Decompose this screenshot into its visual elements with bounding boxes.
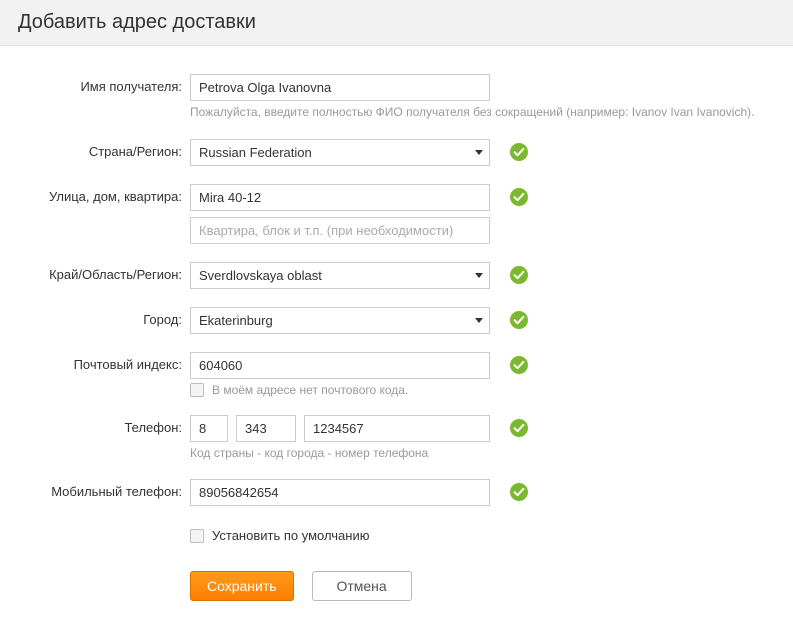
- page-header: Добавить адрес доставки: [0, 0, 793, 46]
- check-circle-icon: [510, 356, 528, 374]
- label-phone: Телефон:: [0, 415, 190, 435]
- city-value: Ekaterinburg: [199, 313, 273, 328]
- chevron-down-icon: [475, 273, 483, 278]
- check-circle-icon: [510, 311, 528, 329]
- label-street: Улица, дом, квартира:: [0, 184, 190, 204]
- country-value: Russian Federation: [199, 145, 312, 160]
- check-circle-icon: [510, 188, 528, 206]
- mobile-field[interactable]: [190, 479, 490, 506]
- no-zip-label: В моём адресе нет почтового кода.: [212, 383, 408, 397]
- set-default-checkbox[interactable]: [190, 529, 204, 543]
- label-zip: Почтовый индекс:: [0, 352, 190, 372]
- check-circle-icon: [510, 143, 528, 161]
- apartment-field[interactable]: [190, 217, 490, 244]
- check-circle-icon: [510, 266, 528, 284]
- save-button[interactable]: Сохранить: [190, 571, 294, 601]
- country-select[interactable]: Russian Federation: [190, 139, 490, 166]
- region-value: Sverdlovskaya oblast: [199, 268, 322, 283]
- name-field[interactable]: [190, 74, 490, 101]
- chevron-down-icon: [475, 150, 483, 155]
- region-select[interactable]: Sverdlovskaya oblast: [190, 262, 490, 289]
- set-default-label: Установить по умолчанию: [212, 528, 369, 543]
- phone-area-code-field[interactable]: [236, 415, 296, 442]
- label-mobile: Мобильный телефон:: [0, 479, 190, 499]
- chevron-down-icon: [475, 318, 483, 323]
- city-select[interactable]: Ekaterinburg: [190, 307, 490, 334]
- phone-number-field[interactable]: [304, 415, 490, 442]
- check-circle-icon: [510, 419, 528, 437]
- street-field[interactable]: [190, 184, 490, 211]
- page-title: Добавить адрес доставки: [18, 11, 256, 34]
- label-country: Страна/Регион:: [0, 139, 190, 159]
- hint-name: Пожалуйста, введите полностью ФИО получа…: [190, 105, 770, 121]
- cancel-button[interactable]: Отмена: [312, 571, 412, 601]
- check-circle-icon: [510, 483, 528, 501]
- label-region: Край/Область/Регион:: [0, 262, 190, 282]
- no-zip-checkbox[interactable]: [190, 383, 204, 397]
- zip-field[interactable]: [190, 352, 490, 379]
- hint-phone: Код страны - код города - номер телефона: [190, 446, 490, 462]
- label-name: Имя получателя:: [0, 74, 190, 94]
- phone-country-code-field[interactable]: [190, 415, 228, 442]
- address-form: Имя получателя: Пожалуйста, введите полн…: [0, 46, 793, 639]
- label-city: Город:: [0, 307, 190, 327]
